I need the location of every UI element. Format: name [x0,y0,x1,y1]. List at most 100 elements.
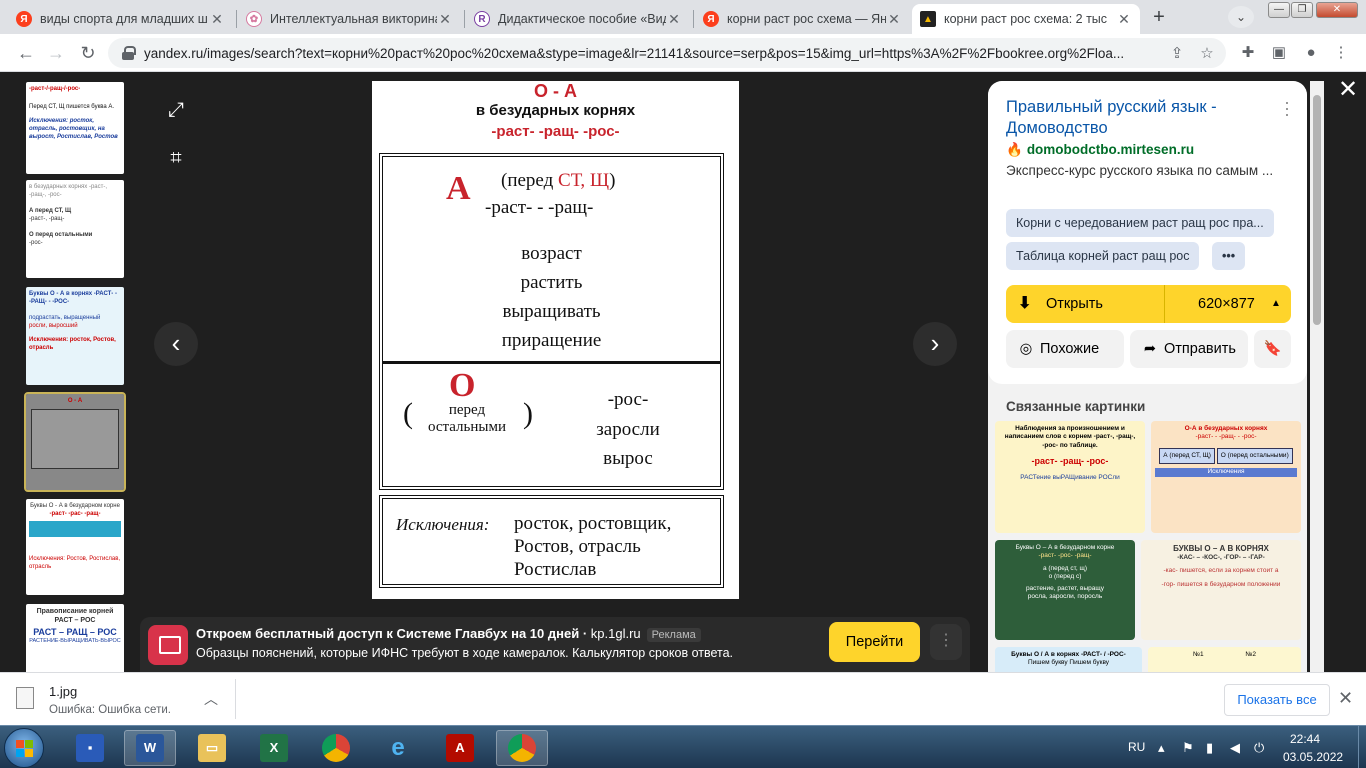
tab-didactic[interactable]: R Дидактическое пособие «Вид ✕ [466,4,690,34]
back-icon[interactable]: ← [14,41,38,65]
ad-more-icon[interactable]: ⋮ [930,624,962,660]
start-button[interactable] [4,728,44,768]
source-title[interactable]: Правильный русский язык - Домоводство [1006,97,1276,139]
close-icon[interactable]: ✕ [437,11,453,28]
thumbnail[interactable]: Буквы О - А в безударном корне -раст- -р… [26,499,124,595]
size-dropdown-icon[interactable]: ▲ [1271,285,1281,323]
prev-image-button[interactable]: ‹ [154,322,198,366]
side-panel: Правильный русский язык - Домоводство · ·… [988,81,1307,672]
close-viewer-icon[interactable]: ✕ [1334,76,1362,104]
thumb-text: Перед СТ, Щ пишется буква А. [29,104,114,111]
tab-sports[interactable]: Я виды спорта для младших ш ✕ [8,4,233,34]
side-panel-scrollbar[interactable] [1310,81,1324,672]
bookmark-button[interactable]: 🔖 [1254,330,1291,368]
taskbar-ie[interactable]: e [372,730,424,766]
download-filename[interactable]: 1.jpg [49,684,77,699]
similar-button[interactable]: ◎ Похожие [1006,330,1124,368]
new-tab-button[interactable]: + [1145,6,1173,30]
open-image-button[interactable]: ⬇ Открыть 620×877 ▲ [1006,285,1291,323]
source-site[interactable]: 🔥 domobodctbo.mirtesen.ru [1006,142,1194,158]
taskbar-word[interactable]: W [124,730,176,766]
extensions-icon[interactable]: ✚ [1237,42,1259,64]
a-roots: -раст- - -ращ- [485,197,594,218]
taskbar-chrome-active[interactable] [496,730,548,766]
related-image[interactable]: БУКВЫ О – А В КОРНЯХ -КАС- – -КОС-, -ГОР… [1141,540,1301,640]
thumbnail[interactable]: Буквы О - А в корнях -РАСТ- - -РАЩ- - -Р… [26,287,124,385]
related-text: О (перед остальными) [1216,447,1293,465]
flag-icon[interactable]: ⚑ [1182,740,1194,756]
thumbnail[interactable]: в безударных корнях -раст-, -ращ-, -рос-… [26,180,124,278]
knot-icon: ✿ [246,11,262,27]
volume-icon[interactable]: ◀ [1230,740,1240,756]
show-all-button[interactable]: Показать все [1224,684,1330,716]
word-icon: W [136,734,164,762]
reload-icon[interactable]: ↻ [76,41,100,65]
scrollbar-thumb[interactable] [1313,95,1321,325]
exceptions-box: Исключения: росток, ростовщик, Ростов, о… [379,495,724,588]
bookmark-star-icon[interactable]: ☆ [1196,44,1218,62]
next-image-button[interactable]: › [913,322,957,366]
ad-title[interactable]: Откроем бесплатный доступ к Системе Глав… [196,626,701,642]
maximize-button[interactable]: ❐ [1291,2,1313,18]
related-text: -кас- пишется, если за корнем стоит а [1163,566,1279,574]
ad-go-button[interactable]: Перейти [829,622,920,662]
close-icon[interactable]: ✕ [209,11,225,28]
related-query-chip[interactable]: Таблица корней раст ращ рос [1006,242,1200,270]
close-icon[interactable]: ✕ [886,11,902,28]
screen: Я виды спорта для младших ш ✕ ✿ Интеллек… [0,0,1366,768]
close-icon[interactable]: ✕ [1338,688,1353,709]
related-image[interactable]: Буквы О / А в корнях -РАСТ- / -РОС- Пише… [995,647,1142,672]
tab-yandex-search[interactable]: Я корни раст рос схема — Янд ✕ [695,4,910,34]
clock-time[interactable]: 22:44 [1290,732,1320,746]
window-close-button[interactable]: ✕ [1316,2,1358,18]
more-icon[interactable]: · · · [1284,93,1290,123]
thumbnail[interactable]: -раст-/-ращ-/-рос- Перед СТ, Щ пишется б… [26,82,124,174]
language-indicator[interactable]: RU [1128,740,1145,754]
address-bar[interactable]: yandex.ru/images/search?text=корни%20рас… [108,38,1226,68]
show-desktop-button[interactable] [1358,726,1366,768]
close-icon[interactable]: ✕ [666,11,682,28]
fullscreen-icon[interactable]: ⤢ [156,90,196,130]
share-button[interactable]: ➦ Отправить [1130,330,1248,368]
crop-icon[interactable]: ⌗ [156,138,196,178]
related-text: -КАС- – -КОС-, -ГОР- – -ГАР- [1177,554,1265,562]
image-roots-heading: -раст- -ращ- -рос- [491,123,620,140]
thumb-text: РАСТ – РАЩ – РОС [33,626,117,637]
clock-date[interactable]: 03.05.2022 [1283,750,1343,764]
chevron-up-icon[interactable]: ︿ [204,689,218,709]
more-chips-button[interactable]: ••• [1212,242,1246,270]
taskbar-explorer[interactable]: ▭ [186,730,238,766]
size-select[interactable]: 620×877 [1198,285,1255,323]
related-image[interactable]: №1 №2 [1148,647,1301,672]
share-icon[interactable]: ⇪ [1166,44,1188,62]
profile-avatar[interactable]: ● [1300,42,1322,64]
related-query-chip[interactable]: Корни с чередованием раст ращ рос пра... [1006,209,1274,237]
tab-images-active[interactable]: ▲ корни раст рос схема: 2 тыс ✕ [912,4,1140,34]
network-icon[interactable]: ▮ [1206,740,1213,756]
image-icon: ▲ [920,11,936,27]
taskbar-acrobat[interactable]: A [434,730,486,766]
related-image[interactable]: О-А в безударных корнях -раст- - -ращ- -… [1151,421,1301,533]
related-image[interactable]: Буквы О – А в безударном корне -раст- -р… [995,540,1135,640]
taskbar-chrome[interactable] [310,730,362,766]
minimize-button[interactable]: — [1268,2,1290,18]
tray-expand-icon[interactable]: ▴ [1158,740,1165,756]
ad-banner[interactable]: Откроем бесплатный доступ к Системе Глав… [140,617,970,672]
thumbnail[interactable]: Правописание корней РАСТ – РОС РАСТ – РА… [26,604,124,672]
thumb-text: Буквы О - А в корнях -РАСТ- - -РАЩ- - -Р… [29,291,117,306]
tab-search-button[interactable]: ⌄ [1228,6,1254,28]
power-icon[interactable]: ⏻ [1254,740,1264,756]
url-text[interactable]: yandex.ru/images/search?text=корни%20рас… [144,46,1166,61]
related-text: Пишем букву Пишем букву [1027,659,1110,667]
forward-icon[interactable]: → [44,41,68,65]
menu-kebab-icon[interactable]: ⋮ [1330,42,1352,64]
close-icon[interactable]: ✕ [1116,11,1132,28]
ie-icon: e [391,734,405,761]
tab-quiz[interactable]: ✿ Интеллектуальная викторина ✕ [238,4,461,34]
taskbar-excel[interactable]: X [248,730,300,766]
sidepanel-icon[interactable]: ▣ [1268,42,1290,64]
thumbnail-selected[interactable]: О - А [24,392,126,492]
related-image[interactable]: Наблюдения за произношением и написанием… [995,421,1145,533]
taskbar-save-app[interactable]: ▪ [64,730,116,766]
source-card: Правильный русский язык - Домоводство · ·… [988,81,1307,384]
